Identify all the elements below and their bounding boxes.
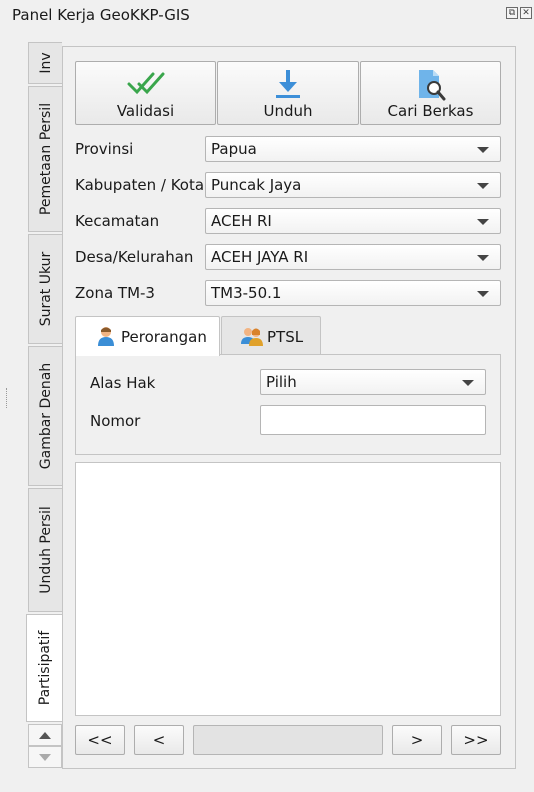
side-tab-label: Inv xyxy=(37,52,54,74)
tab-ptsl[interactable]: PTSL xyxy=(221,316,321,355)
float-panel-button[interactable]: ⧉ xyxy=(506,7,518,19)
arrow-down-icon xyxy=(39,753,51,761)
chevron-down-icon xyxy=(477,183,489,189)
side-tab-label: Unduh Persil xyxy=(37,506,54,594)
zone-label: Zona TM-3 xyxy=(75,284,155,302)
validate-button[interactable]: Validasi xyxy=(75,61,216,125)
results-list[interactable] xyxy=(75,462,501,716)
chevron-down-icon xyxy=(477,147,489,153)
first-page-button[interactable]: << xyxy=(75,725,125,755)
search-files-button[interactable]: Cari Berkas xyxy=(360,61,501,125)
validate-label: Validasi xyxy=(116,102,175,120)
close-panel-button[interactable]: ✕ xyxy=(520,7,532,19)
chevron-down-icon xyxy=(477,219,489,225)
number-label: Nomor xyxy=(90,412,141,430)
panel-titlebar: Panel Kerja GeoKKP-GIS ⧉ ✕ xyxy=(0,0,534,30)
tab-perorangan-label: Perorangan xyxy=(121,328,207,346)
download-label: Unduh xyxy=(263,102,313,120)
rights-basis-label: Alas Hak xyxy=(90,374,156,392)
chevron-down-icon xyxy=(477,255,489,261)
people-icon xyxy=(241,328,263,346)
side-tab-inv[interactable]: Inv xyxy=(28,42,62,84)
side-tab-label: Surat Ukur xyxy=(37,251,54,327)
tab-ptsl-label: PTSL xyxy=(267,328,304,346)
double-check-icon xyxy=(127,72,164,95)
zone-value: TM3-50.1 xyxy=(211,284,282,302)
village-label: Desa/Kelurahan xyxy=(75,248,194,266)
province-value: Papua xyxy=(211,140,257,158)
rights-basis-value: Pilih xyxy=(266,373,297,391)
village-value: ACEH JAYA RI xyxy=(211,248,309,266)
province-select[interactable]: Papua xyxy=(205,136,501,162)
page-indicator-field xyxy=(193,725,383,755)
person-icon xyxy=(98,327,114,346)
chevron-down-icon xyxy=(477,291,489,297)
side-tab-gambar-denah[interactable]: Gambar Denah xyxy=(28,346,62,486)
side-tab-label: Gambar Denah xyxy=(37,362,54,470)
village-select[interactable]: ACEH JAYA RI xyxy=(205,244,501,270)
chevron-down-icon xyxy=(462,380,474,386)
side-tab-unduh-persil[interactable]: Unduh Persil xyxy=(28,488,62,612)
side-tab-label: Partisipatif xyxy=(37,630,53,706)
last-page-button[interactable]: >> xyxy=(451,725,501,755)
province-label: Provinsi xyxy=(75,140,134,158)
previous-page-button[interactable]: < xyxy=(134,725,184,755)
download-icon xyxy=(276,70,300,98)
resize-grip[interactable] xyxy=(6,388,8,408)
download-button[interactable]: Unduh xyxy=(217,61,359,125)
next-page-button[interactable]: > xyxy=(392,725,442,755)
panel-title: Panel Kerja GeoKKP-GIS xyxy=(12,6,190,24)
side-tab-pemetaan-persil[interactable]: Pemetaan Persil xyxy=(28,86,62,232)
search-files-label: Cari Berkas xyxy=(387,102,474,120)
side-tab-surat-ukur[interactable]: Surat Ukur xyxy=(28,234,62,344)
tab-perorangan[interactable]: Perorangan xyxy=(75,316,220,356)
tab-scroll-down-button[interactable] xyxy=(28,746,62,768)
file-search-icon xyxy=(418,70,445,101)
number-input[interactable] xyxy=(260,405,486,435)
district-label: Kecamatan xyxy=(75,212,160,230)
regency-value: Puncak Jaya xyxy=(211,176,302,194)
zone-select[interactable]: TM3-50.1 xyxy=(205,280,501,306)
arrow-up-icon xyxy=(39,731,51,739)
side-tab-label: Pemetaan Persil xyxy=(37,102,54,216)
district-select[interactable]: ACEH RI xyxy=(205,208,501,234)
rights-basis-select[interactable]: Pilih xyxy=(260,369,486,395)
district-value: ACEH RI xyxy=(211,212,272,230)
regency-select[interactable]: Puncak Jaya xyxy=(205,172,501,198)
side-tab-partisipatif[interactable]: Partisipatif xyxy=(26,614,63,722)
tab-scroll-up-button[interactable] xyxy=(28,724,62,746)
regency-label: Kabupaten / Kota xyxy=(75,176,205,194)
